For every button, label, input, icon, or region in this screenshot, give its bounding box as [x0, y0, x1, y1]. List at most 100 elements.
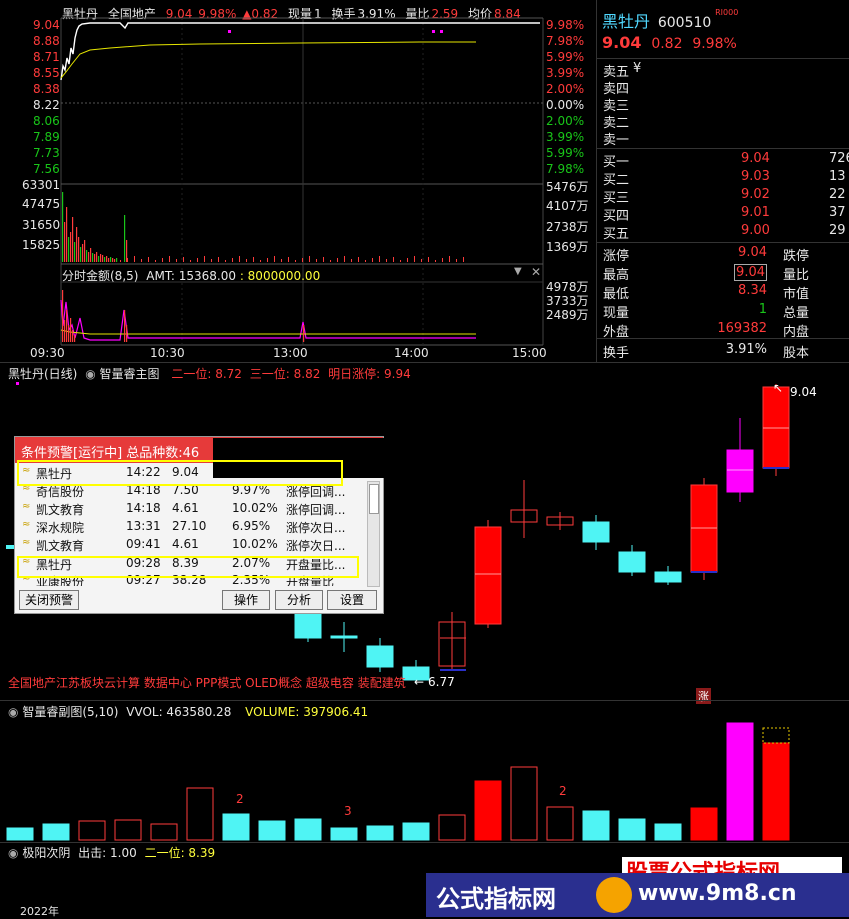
volume-bar	[150, 823, 178, 841]
intraday-amount-bar	[64, 320, 66, 342]
volume-bar	[438, 814, 466, 841]
candle-body[interactable]	[618, 551, 646, 573]
close-alert-button[interactable]: 关闭预警	[19, 590, 79, 610]
intraday-volume-bar	[96, 252, 98, 262]
intraday-volume-bar	[379, 256, 380, 262]
intraday-volume-bar	[260, 260, 261, 262]
alert-price: 4.61	[172, 501, 199, 515]
intraday-volume-bar	[316, 259, 317, 262]
buy-volume: 22	[829, 187, 846, 202]
watermark-cn: 公式指标网	[436, 885, 556, 913]
intraday-volume-bar	[463, 257, 464, 262]
candle-body[interactable]	[654, 571, 682, 583]
amount-header: 分时金额(8,5) AMT: 15368.00 : 8000000.00	[62, 267, 320, 284]
scrollbar-thumb[interactable]	[369, 484, 379, 514]
alert-row[interactable]: ≈ 凯文教育 09:41 4.61 10.02% 涨停次日...	[20, 536, 365, 554]
buy-volume: 726	[829, 151, 849, 166]
buy-row[interactable]: 买三 9.02 22	[603, 187, 849, 206]
alert-scrollbar[interactable]	[367, 481, 380, 587]
stat-row: 最低 8.34 市值	[603, 283, 849, 302]
settings-button[interactable]: 设置	[327, 590, 377, 610]
bottom-toggle-icon[interactable]: ◉	[8, 846, 18, 860]
close-icon[interactable]: ✕	[531, 265, 541, 279]
candle-body[interactable]	[294, 611, 322, 639]
intraday-volume-bar	[204, 256, 205, 262]
intraday-chart[interactable]	[0, 0, 600, 362]
candle-body[interactable]	[726, 449, 754, 493]
stat-label-2: 市值	[783, 287, 810, 302]
intraday-volume-bar	[421, 259, 422, 262]
intraday-volume-bar	[386, 259, 387, 262]
intraday-volume-bar	[141, 259, 142, 262]
sell-row[interactable]: 卖三	[603, 95, 849, 114]
intraday-volume-bar	[64, 222, 66, 262]
stat-label: 外盘	[603, 325, 630, 340]
intraday-volume-bar	[302, 258, 303, 262]
volume-bar	[186, 787, 214, 841]
buy-row[interactable]: 买四 9.01 37	[603, 205, 849, 224]
intraday-volume-bar	[162, 258, 163, 262]
volume-subchart[interactable]: 2 3 2	[0, 718, 849, 842]
volume-bar	[582, 810, 610, 841]
indicator-name[interactable]: 智量睿主图	[100, 367, 160, 381]
indicator-toggle-icon[interactable]: ◉	[85, 367, 95, 381]
panel-change: 0.82	[651, 36, 683, 52]
operate-button[interactable]: 操作	[222, 590, 270, 610]
concept-tags[interactable]: 全国地产江苏板块云计算 数据中心 PPP模式 OLED概念 超级电容 装配建筑	[8, 674, 406, 691]
alert-row-icon: ≈	[22, 519, 31, 530]
analyze-button[interactable]: 分析	[275, 590, 323, 610]
intraday-volume-bar	[124, 215, 126, 262]
intraday-volume-bar	[344, 256, 345, 262]
alert-row[interactable]: ≈ 凯文教育 14:18 4.61 10.02% 涨停回调...	[20, 500, 365, 518]
daily-title: 黑牡丹(日线)	[8, 367, 78, 381]
intraday-volume-bar	[183, 257, 184, 262]
intraday-volume-bar	[110, 257, 112, 262]
buy-row[interactable]: 买一 9.04 726	[603, 151, 849, 170]
volume-bar	[474, 780, 502, 841]
alert-desc: 涨停次日...	[286, 539, 346, 553]
stat-value: 169382	[717, 321, 767, 336]
alert-row[interactable]: ≈ 深水规院 13:31 27.10 6.95% 涨停次日...	[20, 518, 365, 536]
intraday-volume-bar	[337, 258, 338, 262]
alert-pct: 10.02%	[232, 501, 278, 515]
sell-label: 卖一	[603, 133, 630, 148]
intraday-volume-bar	[428, 257, 429, 262]
intraday-volume-bar	[114, 259, 116, 262]
bottom-title[interactable]: 极阳次阴	[22, 846, 70, 860]
intraday-volume-bar	[288, 257, 289, 262]
candle-body[interactable]	[582, 521, 610, 543]
candle-body[interactable]	[330, 635, 358, 639]
alert-title: 条件预警[运行中] 总品种数:46	[21, 446, 200, 461]
sell-row[interactable]: 卖四	[603, 78, 849, 97]
intraday-volume-bar	[456, 259, 457, 262]
sell-row[interactable]: 卖五 ¥	[603, 61, 849, 80]
intraday-volume-bar	[169, 256, 170, 262]
candle-body[interactable]	[474, 526, 502, 625]
alert-pct: 10.02%	[232, 537, 278, 551]
stat-value: 9.04	[738, 245, 767, 260]
stat-label: 最低	[603, 287, 630, 302]
line2-value: 二一位: 8.72	[171, 367, 242, 381]
volume-bar	[42, 823, 70, 841]
alert-time: 14:18	[126, 501, 161, 515]
intraday-volume-bar	[62, 192, 64, 262]
intraday-volume-bar	[92, 253, 94, 262]
alert-stock-name: 深水规院	[36, 521, 85, 535]
intraday-volume-bar	[197, 258, 198, 262]
volume-bar-outline	[762, 727, 790, 744]
dropdown-icon[interactable]: ▼	[514, 266, 522, 277]
buy-row[interactable]: 买二 9.03 13	[603, 169, 849, 188]
intraday-volume-bar	[442, 258, 443, 262]
candle-body[interactable]	[366, 645, 394, 668]
sell-row[interactable]: 卖一	[603, 129, 849, 148]
volume-bar	[510, 766, 538, 841]
highlight-row-1	[17, 460, 343, 486]
volume-value-sub: VOLUME: 397906.41	[245, 705, 369, 719]
buy-row[interactable]: 买五 9.00 29	[603, 223, 849, 242]
panel-pct: 9.98%	[692, 36, 737, 52]
high-label: 9.04	[790, 385, 817, 399]
subchart-toggle-icon[interactable]: ◉	[8, 705, 18, 719]
intraday-volume-bar	[70, 232, 72, 262]
subchart-title[interactable]: 智量睿副图(5,10)	[22, 705, 118, 719]
sell-row[interactable]: 卖二	[603, 112, 849, 131]
